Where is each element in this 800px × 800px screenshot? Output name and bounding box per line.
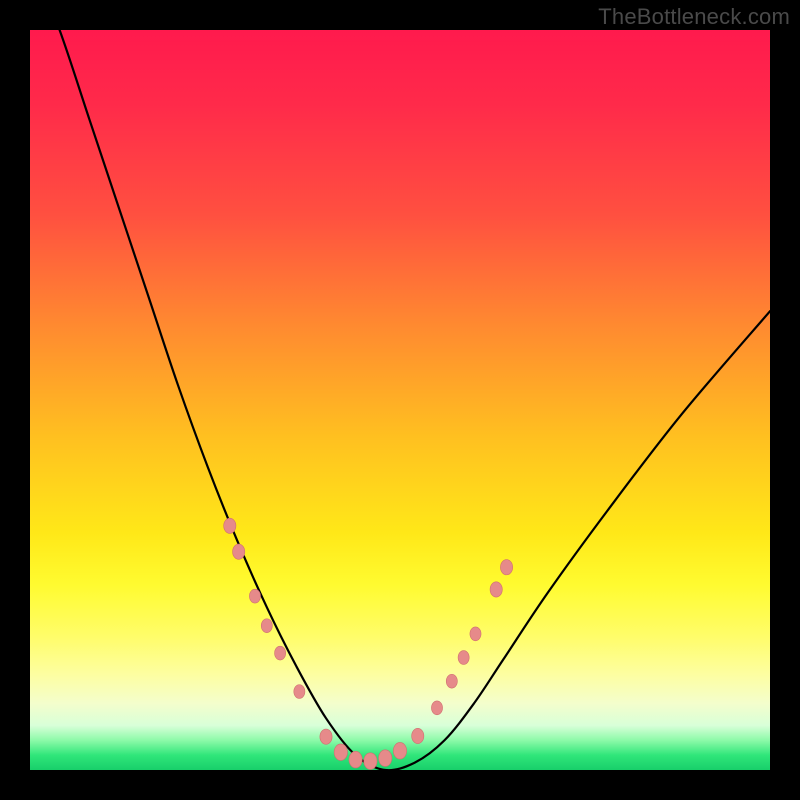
curve-marker	[412, 728, 424, 743]
curve-svg	[30, 30, 770, 770]
curve-marker	[320, 729, 332, 744]
marker-group	[224, 518, 513, 769]
curve-marker	[249, 589, 260, 603]
curve-marker	[275, 646, 286, 660]
curve-marker	[364, 753, 377, 770]
curve-marker	[446, 674, 457, 688]
curve-marker	[294, 685, 305, 699]
curve-marker	[393, 742, 406, 759]
curve-marker	[233, 544, 245, 559]
chart-frame: TheBottleneck.com	[0, 0, 800, 800]
curve-marker	[500, 560, 512, 575]
curve-marker	[334, 744, 347, 761]
curve-marker	[490, 582, 502, 597]
curve-marker	[224, 518, 236, 533]
curve-marker	[431, 701, 442, 715]
curve-marker	[261, 619, 272, 633]
curve-marker	[470, 627, 481, 641]
curve-marker	[458, 651, 469, 665]
curve-marker	[349, 751, 362, 768]
bottleneck-curve	[30, 30, 770, 770]
curve-marker	[379, 750, 392, 767]
watermark-label: TheBottleneck.com	[598, 4, 790, 30]
plot-area	[30, 30, 770, 770]
